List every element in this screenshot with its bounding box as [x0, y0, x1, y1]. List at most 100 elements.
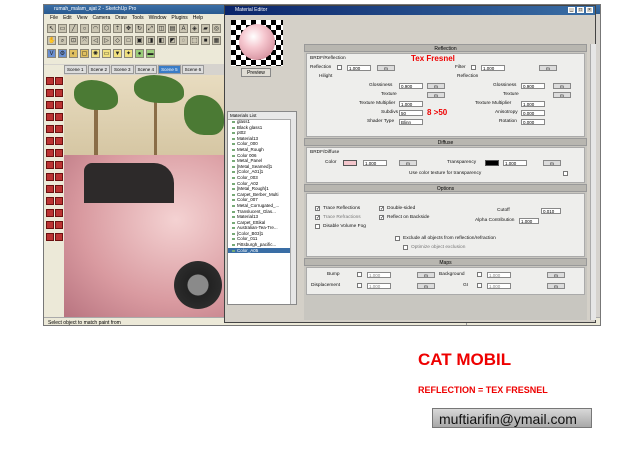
trace-reflections-checkbox[interactable]: ✓ — [315, 206, 320, 212]
tool-18-icon[interactable] — [55, 173, 63, 181]
tool-14-icon[interactable] — [55, 149, 63, 157]
reflection-color-swatch[interactable] — [337, 65, 342, 70]
filter-color-swatch[interactable] — [471, 65, 476, 70]
minimize-icon[interactable]: _ — [568, 7, 575, 13]
exclude-all-checkbox[interactable] — [395, 236, 400, 241]
reflection-value-field[interactable]: 1.000 — [347, 65, 371, 71]
menu-plugins[interactable]: Plugins — [171, 15, 187, 21]
tab-scene-3[interactable]: Scene 3 — [111, 65, 134, 74]
transparency-color-swatch[interactable] — [485, 160, 499, 166]
tool-4-icon[interactable] — [55, 89, 63, 97]
tab-scene-6[interactable]: Scene 6 — [181, 65, 205, 74]
rectangle-tool-icon[interactable]: ▭ — [58, 24, 67, 33]
back-view-icon[interactable]: ◧ — [157, 36, 166, 45]
trace-refractions-checkbox[interactable]: ✓ — [315, 215, 320, 221]
tool-13-icon[interactable] — [46, 149, 54, 157]
diffuse-color-value-field[interactable]: 1.000 — [363, 160, 387, 166]
menu-edit[interactable]: Edit — [63, 15, 72, 21]
tool-5-icon[interactable] — [46, 101, 54, 109]
material-list-item[interactable]: Color_A05 — [228, 247, 292, 254]
reflection-header[interactable]: Reflection — [304, 44, 587, 52]
hilight-texture-button[interactable]: m — [427, 92, 445, 98]
ies-light-icon[interactable]: ✦ — [124, 49, 133, 58]
background-checkbox[interactable] — [477, 272, 482, 277]
zoom-extents-icon[interactable]: ⤧ — [80, 36, 89, 45]
tool-2-icon[interactable] — [55, 77, 63, 85]
shader-type-select[interactable]: Blinn — [399, 119, 423, 125]
disable-volume-fog-checkbox[interactable] — [315, 224, 320, 229]
arc-tool-icon[interactable]: ◠ — [91, 24, 100, 33]
line-tool-icon[interactable]: ╱ — [69, 24, 78, 33]
pan-tool-icon[interactable]: ✋ — [47, 36, 56, 45]
text-tool-icon[interactable]: A — [179, 24, 188, 33]
diffuse-color-swatch[interactable] — [343, 160, 357, 166]
tool-1-icon[interactable] — [46, 77, 54, 85]
cutoff-field[interactable]: 0.010 — [541, 208, 561, 214]
tool-22-icon[interactable] — [55, 197, 63, 205]
tool-17-icon[interactable] — [46, 173, 54, 181]
xray-icon[interactable]: ◌ — [179, 36, 188, 45]
menu-tools[interactable]: Tools — [132, 15, 144, 21]
vray-options-icon[interactable]: ⚙ — [58, 49, 67, 58]
tool-23-icon[interactable] — [46, 209, 54, 217]
tool-7-icon[interactable] — [46, 113, 54, 121]
alpha-contribution-field[interactable]: 1.000 — [519, 218, 539, 224]
tool-20-icon[interactable] — [55, 185, 63, 193]
transparency-map-button[interactable]: m — [543, 160, 561, 166]
tool-16-icon[interactable] — [55, 161, 63, 169]
transparency-value-field[interactable]: 1.000 — [503, 160, 527, 166]
tape-measure-icon[interactable]: ▤ — [168, 24, 177, 33]
polygon-tool-icon[interactable]: ⬡ — [102, 24, 111, 33]
top-view-icon[interactable]: □ — [124, 36, 133, 45]
tool-27-icon[interactable] — [46, 233, 54, 241]
select-tool-icon[interactable]: ↖ — [47, 24, 56, 33]
reflection-glossiness-field[interactable]: 0.900 — [521, 83, 545, 89]
previous-view-icon[interactable]: ◁ — [91, 36, 100, 45]
right-view-icon[interactable]: ◨ — [146, 36, 155, 45]
circle-tool-icon[interactable]: ○ — [80, 24, 89, 33]
tab-scene-4[interactable]: Scene 4 — [134, 65, 158, 74]
shaded-icon[interactable]: ■ — [201, 36, 210, 45]
tool-19-icon[interactable] — [46, 185, 54, 193]
3d-viewport[interactable] — [64, 75, 224, 317]
bump-field[interactable]: 1.000 — [367, 272, 391, 278]
anisotropy-field[interactable]: 0.000 — [521, 110, 545, 116]
reflection-texture-multiplier-field[interactable]: 1.000 — [521, 101, 545, 107]
tool-25-icon[interactable] — [46, 221, 54, 229]
tool-21-icon[interactable] — [46, 197, 54, 205]
vray-render-icon[interactable]: V — [47, 49, 56, 58]
rectangle-light-icon[interactable]: ▭ — [102, 49, 111, 58]
tab-scene-1[interactable]: Scene 1 — [64, 65, 87, 74]
background-field[interactable]: 1.000 — [487, 272, 511, 278]
push-pull-icon[interactable]: ⇡ — [113, 24, 122, 33]
materials-list-scrollbar[interactable] — [290, 119, 296, 304]
menu-help[interactable]: Help — [193, 15, 203, 21]
menu-draw[interactable]: Draw — [115, 15, 127, 21]
tool-28-icon[interactable] — [55, 233, 63, 241]
menu-window[interactable]: Window — [149, 15, 167, 21]
reflection-map-button[interactable]: m — [377, 65, 395, 71]
hilight-texture-multiplier-field[interactable]: 1.000 — [399, 101, 423, 107]
diffuse-color-map-button[interactable]: m — [399, 160, 417, 166]
tool-24-icon[interactable] — [55, 209, 63, 217]
paint-bucket-icon[interactable]: ◈ — [190, 24, 199, 33]
textured-icon[interactable]: ▦ — [212, 36, 221, 45]
displacement-field[interactable]: 1.000 — [367, 283, 391, 289]
menu-view[interactable]: View — [77, 15, 88, 21]
tab-scene-5[interactable]: Scene 5 — [158, 65, 181, 74]
tool-8-icon[interactable] — [55, 113, 63, 121]
menu-file[interactable]: File — [50, 15, 58, 21]
vray-material-editor-icon[interactable]: ◐ — [69, 49, 78, 58]
front-view-icon[interactable]: ▣ — [135, 36, 144, 45]
tool-6-icon[interactable] — [55, 101, 63, 109]
properties-scrollbar[interactable] — [590, 44, 596, 320]
reflection-glossiness-map-button[interactable]: m — [553, 83, 571, 89]
tool-15-icon[interactable] — [46, 161, 54, 169]
double-sided-checkbox[interactable]: ✓ — [379, 206, 384, 212]
scale-tool-icon[interactable]: ⤢ — [146, 24, 155, 33]
close-icon[interactable]: × — [586, 7, 593, 13]
sphere-icon[interactable]: ● — [135, 49, 144, 58]
optimize-exclusion-checkbox[interactable] — [403, 245, 408, 250]
plane-icon[interactable]: ▬ — [146, 49, 155, 58]
tool-10-icon[interactable] — [55, 125, 63, 133]
